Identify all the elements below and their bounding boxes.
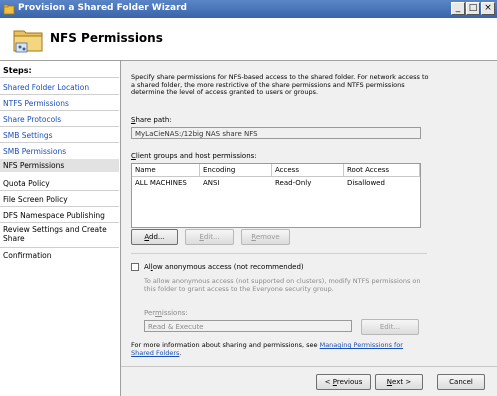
footer-divider [121,366,497,367]
cell-access: Read-Only [275,179,312,187]
wizard-app-icon [3,4,15,15]
cell-encoding: ANSI [203,179,220,187]
steps-pane: Steps: Shared Folder Location NTFS Permi… [0,61,121,396]
page-title: NFS Permissions [50,31,163,45]
minimize-button[interactable]: _ [451,2,465,15]
allow-anonymous-label[interactable]: Allow anonymous access (not recommended) [144,263,304,271]
cancel-button[interactable]: Cancel [437,374,485,390]
step-shared-folder-location[interactable]: Shared Folder Location [0,83,119,92]
wizard-header: NFS Permissions [0,18,497,61]
main-content: Specify share permissions for NFS-based … [121,61,497,396]
column-header-encoding[interactable]: Encoding [200,164,272,176]
table-row[interactable]: ALL MACHINES ANSI Read-Only Disallowed [132,177,420,189]
cell-root-access: Disallowed [347,179,385,187]
permissions-field: Read & Execute [144,320,352,332]
share-path-label: Share path: [131,116,172,124]
column-header-access[interactable]: Access [272,164,344,176]
permissions-label: Permissions: [144,309,188,317]
edit-button[interactable]: Edit... [185,229,234,245]
steps-divider [0,110,119,111]
step-confirmation: Confirmation [3,251,52,260]
previous-button[interactable]: < Previous [316,374,371,390]
window-title: Provision a Shared Folder Wizard [18,3,187,13]
permissions-edit-button[interactable]: Edit... [361,319,419,335]
steps-divider [0,190,119,191]
steps-divider [0,77,119,78]
step-smb-settings[interactable]: SMB Settings [0,131,119,140]
step-dfs-namespace-publishing: DFS Namespace Publishing [3,211,105,220]
remove-button[interactable]: Remove [241,229,290,245]
step-quota-policy: Quota Policy [3,179,50,188]
step-nfs-permissions[interactable]: NFS Permissions [0,159,119,172]
step-smb-permissions[interactable]: SMB Permissions [0,147,119,156]
anonymous-description: To allow anonymous access (not supported… [144,277,421,293]
shared-folder-icon [13,30,43,53]
wizard-window: Provision a Shared Folder Wizard _ □ × N… [0,0,497,396]
allow-anonymous-checkbox[interactable] [131,263,139,271]
steps-title: Steps: [3,66,32,75]
column-header-root-access[interactable]: Root Access [344,164,420,176]
step-share-protocols[interactable]: Share Protocols [0,115,119,124]
step-file-screen-policy: File Screen Policy [3,195,68,204]
more-info-text: For more information about sharing and p… [131,341,403,357]
maximize-button[interactable]: □ [466,2,480,15]
title-bar[interactable]: Provision a Shared Folder Wizard _ □ × [0,0,497,18]
next-button[interactable]: Next > [375,374,423,390]
steps-divider [0,206,119,207]
client-permissions-table[interactable]: Name Encoding Access Root Access ALL MAC… [131,163,421,228]
steps-divider [0,126,119,127]
steps-divider [0,222,119,223]
cell-name: ALL MACHINES [135,179,187,187]
share-path-field[interactable]: MyLaCieNAS:/12big NAS share NFS [131,127,421,139]
step-review-settings: Review Settings and Create Share [3,225,107,243]
close-button[interactable]: × [481,2,495,15]
client-groups-label: Client groups and host permissions: [131,152,257,160]
steps-divider [0,247,119,248]
add-button[interactable]: Add... [131,229,178,245]
section-divider [131,253,427,254]
steps-divider [0,142,119,143]
page-description: Specify share permissions for NFS-based … [131,73,429,96]
column-header-name[interactable]: Name [132,164,200,176]
table-header: Name Encoding Access Root Access [132,164,420,177]
steps-divider [0,94,119,95]
step-ntfs-permissions[interactable]: NTFS Permissions [0,99,119,108]
